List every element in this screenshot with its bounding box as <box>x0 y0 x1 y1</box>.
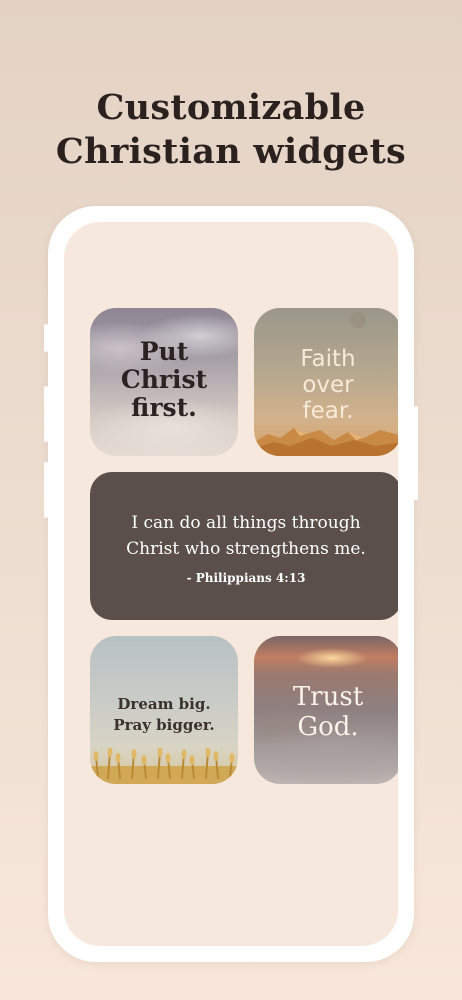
widget-dream-big[interactable]: Dream big. Pray bigger. <box>90 636 238 784</box>
verse-reference: - Philippians 4:13 <box>186 571 306 585</box>
verse-line: I can do all things through <box>131 513 361 533</box>
widget-text-line: Pray bigger. <box>113 716 215 734</box>
phone-silent-switch <box>44 324 48 352</box>
widget-text-line: over <box>302 372 354 398</box>
wheat-field-graphic <box>90 748 238 784</box>
widget-text-line: fear. <box>302 398 354 424</box>
phone-volume-down-button <box>44 462 48 518</box>
headline-line-1: Customizable <box>96 87 366 128</box>
widget-verse[interactable]: I can do all things through Christ who s… <box>90 472 398 620</box>
widget-text-line: Put <box>139 337 189 366</box>
widget-put-christ-first-text: Put Christ first. <box>90 338 238 422</box>
widget-text-line: God. <box>297 712 359 742</box>
phone-power-button <box>414 406 418 500</box>
widget-put-christ-first[interactable]: Put Christ first. <box>90 308 238 456</box>
widget-trust-god[interactable]: Trust God. <box>254 636 398 784</box>
verse-line: Christ who strengthens me. <box>126 539 366 559</box>
phone-screen: Put Christ first. Faith over fear. I can… <box>64 222 398 946</box>
headline: Customizable Christian widgets <box>0 86 462 174</box>
headline-line-2: Christian widgets <box>55 131 407 172</box>
widget-dream-big-text: Dream big. Pray bigger. <box>90 694 238 736</box>
phone-volume-up-button <box>44 386 48 442</box>
widget-faith-over-fear-text: Faith over fear. <box>254 346 398 424</box>
desert-dunes-graphic <box>254 428 398 456</box>
verse-text: I can do all things through Christ who s… <box>90 510 398 562</box>
widget-text-line: first. <box>131 393 197 422</box>
widget-trust-god-text: Trust God. <box>254 682 398 742</box>
widget-faith-over-fear[interactable]: Faith over fear. <box>254 308 398 456</box>
widget-text-line: Trust <box>292 682 364 712</box>
moon-graphic <box>350 312 366 328</box>
widget-text-line: Christ <box>120 365 208 394</box>
widget-text-line: Faith <box>300 346 356 372</box>
phone-mockup: Put Christ first. Faith over fear. I can… <box>44 206 418 962</box>
widget-text-line: Dream big. <box>117 695 211 713</box>
